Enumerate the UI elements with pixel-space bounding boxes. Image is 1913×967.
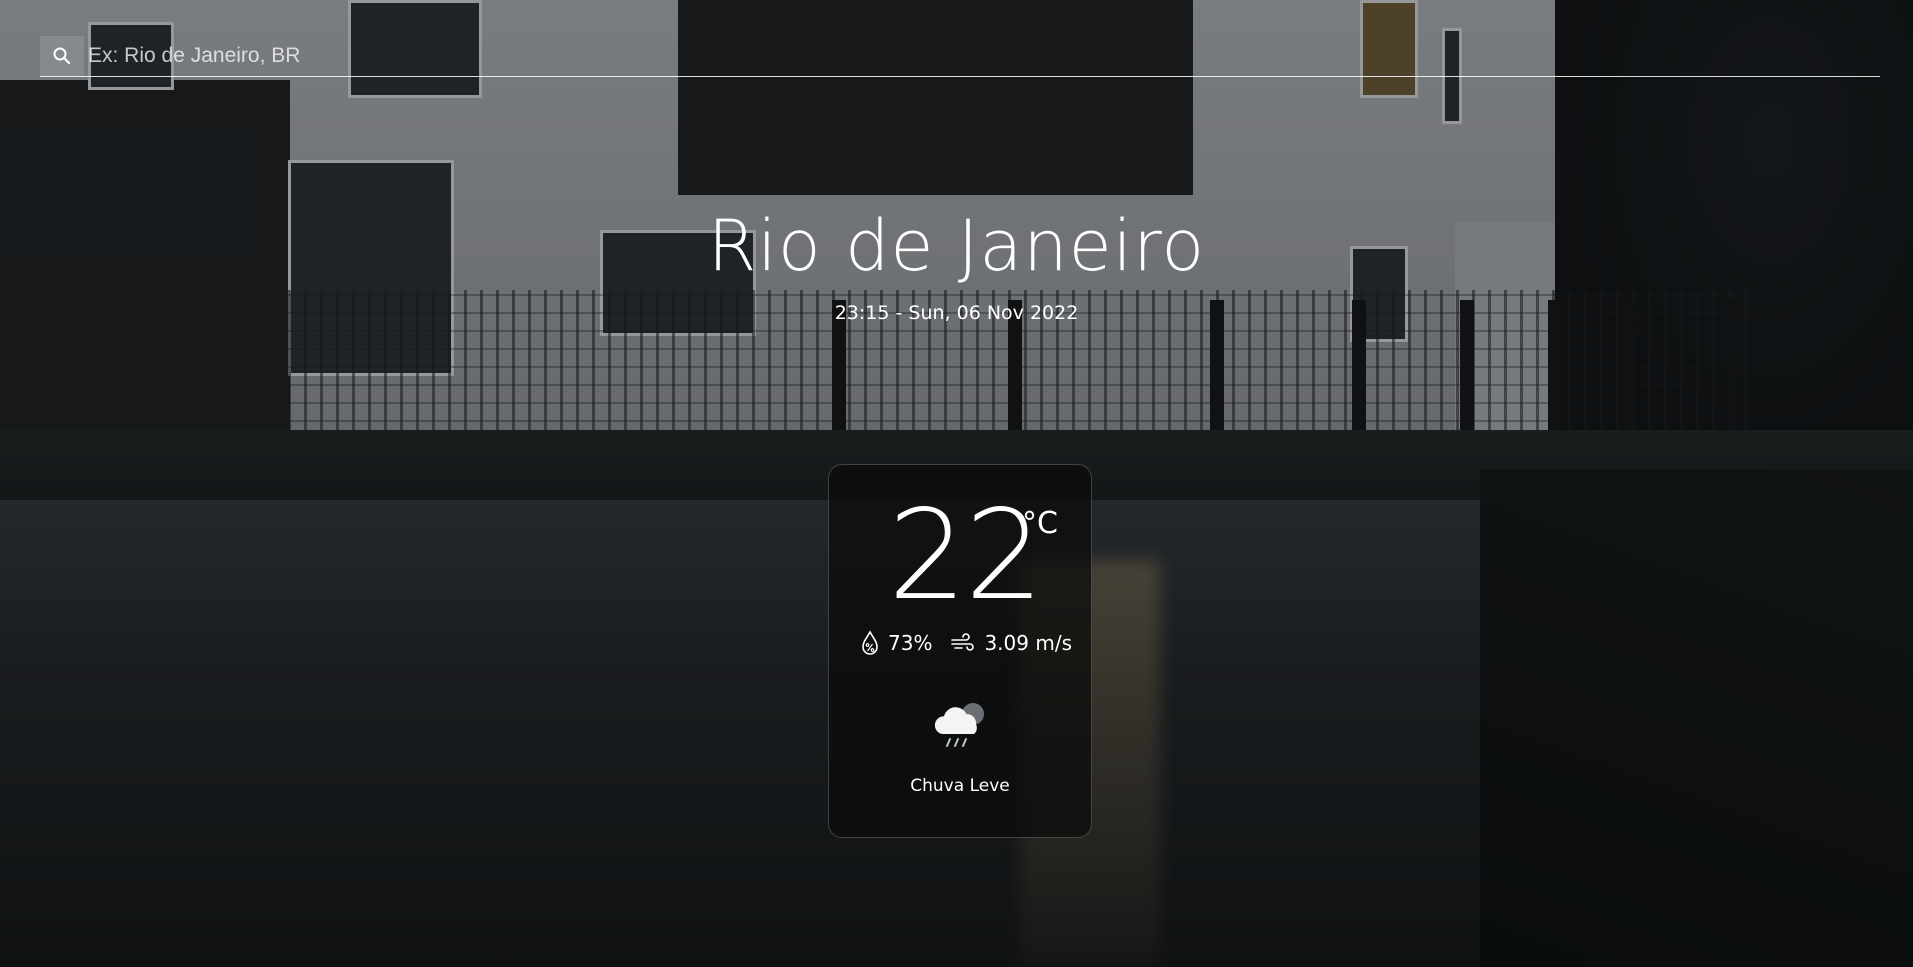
search-input[interactable] — [84, 36, 1880, 76]
local-datetime: 23:15 - Sun, 06 Nov 2022 — [834, 302, 1079, 324]
rain-cloud-icon — [934, 703, 984, 747]
search-bar — [40, 36, 1880, 77]
search-button[interactable] — [40, 36, 84, 76]
weather-description: Chuva Leve — [910, 776, 1010, 796]
search-icon — [53, 47, 71, 65]
humidity-value: 73% — [888, 631, 933, 655]
wind-icon — [951, 633, 975, 651]
temperature-unit: °C — [1022, 506, 1058, 541]
weather-stats: 73% 3.09 m/s — [860, 630, 1072, 656]
wind-value: 3.09 m/s — [984, 631, 1072, 655]
humidity-drop-icon — [862, 630, 878, 655]
city-name: Rio de Janeiro — [707, 205, 1206, 287]
humidity-stat: 73% — [860, 630, 932, 656]
wind-stat: 3.09 m/s — [950, 631, 1072, 655]
temperature-value: 22 — [888, 484, 1044, 628]
